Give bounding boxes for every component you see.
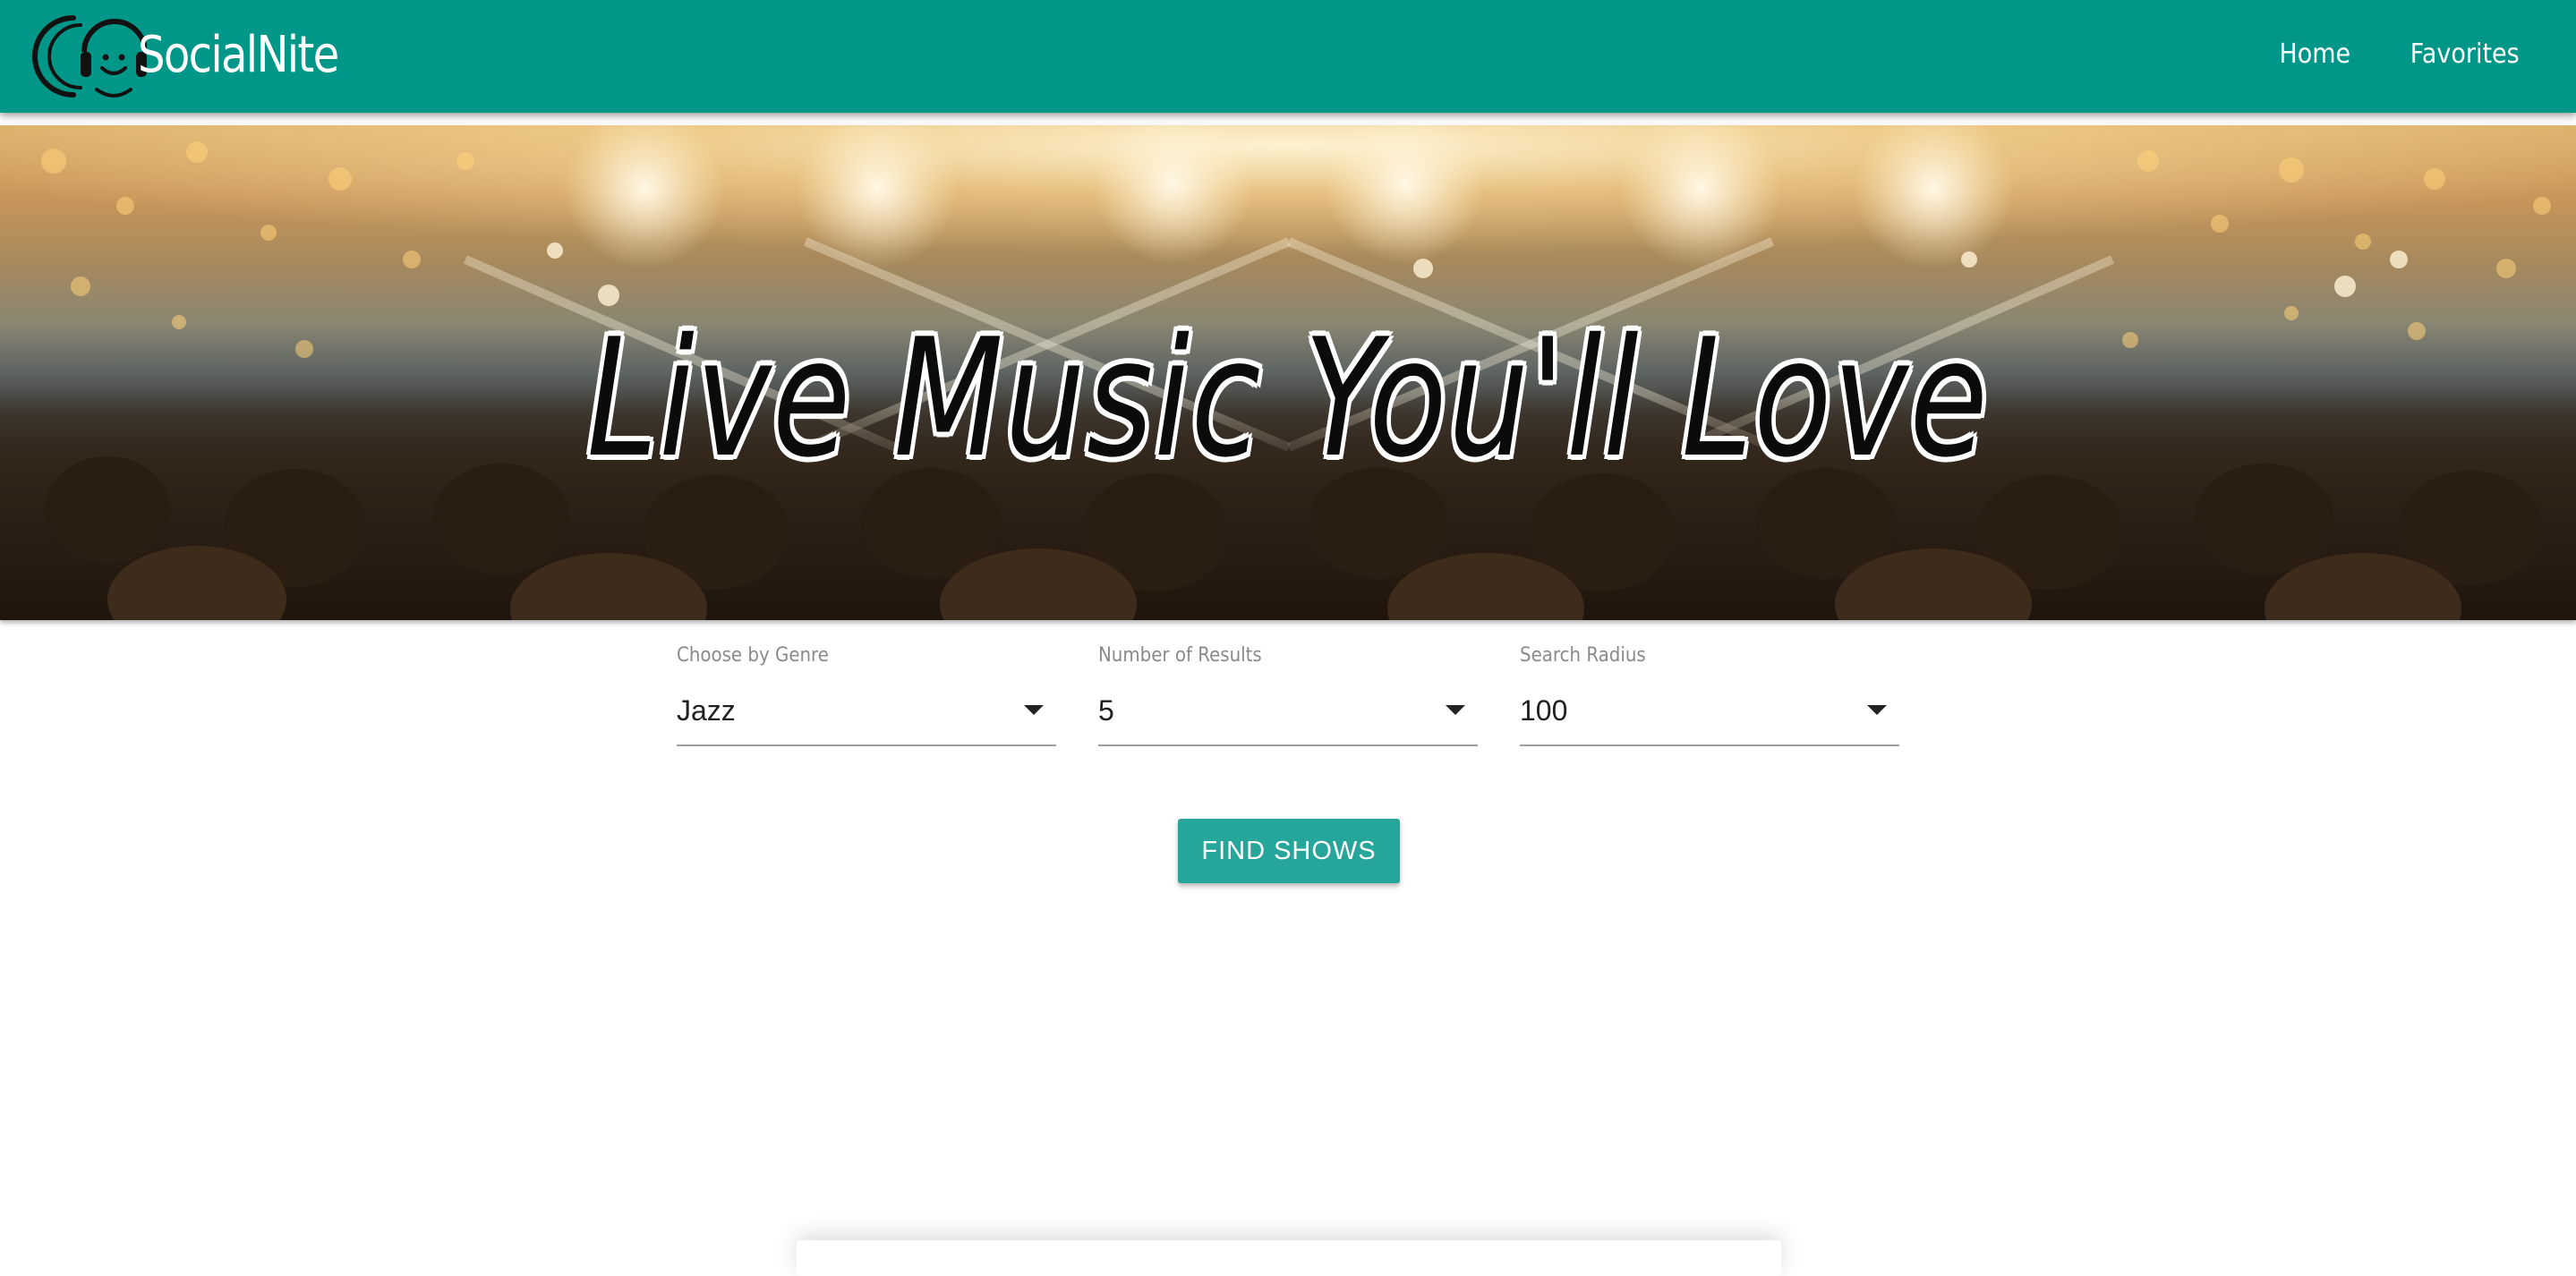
- results-select[interactable]: 5: [1098, 691, 1478, 746]
- results-field: Number of Results 5: [1098, 642, 1478, 755]
- chevron-down-icon: [1024, 705, 1044, 715]
- brand-link[interactable]: SocialNite: [30, 5, 371, 104]
- genre-field: Choose by Genre Jazz: [677, 642, 1056, 755]
- chevron-down-icon: [1446, 705, 1465, 715]
- brand-name: SocialNite: [138, 25, 339, 84]
- headphones-smiley-icon: [30, 5, 147, 104]
- results-card: [797, 1240, 1781, 1276]
- radius-label: Search Radius: [1520, 644, 1646, 667]
- results-label: Number of Results: [1098, 644, 1262, 667]
- search-form: Choose by Genre Jazz Number of Results 5…: [677, 642, 1901, 755]
- radius-value: 100: [1520, 694, 1568, 727]
- genre-label: Choose by Genre: [677, 644, 829, 667]
- top-navbar: SocialNite Home Favorites: [0, 0, 2576, 113]
- nav-home-link[interactable]: Home: [2256, 38, 2373, 70]
- find-shows-button[interactable]: FIND SHOWS: [1178, 819, 1400, 883]
- radius-select[interactable]: 100: [1520, 691, 1899, 746]
- results-value: 5: [1098, 694, 1114, 727]
- radius-field: Search Radius 100: [1520, 642, 1899, 755]
- chevron-down-icon: [1867, 705, 1887, 715]
- hero-banner: Live Music You'll Love: [0, 125, 2576, 620]
- genre-select[interactable]: Jazz: [677, 691, 1056, 746]
- nav-links: Home Favorites: [2250, 0, 2551, 107]
- hero-title: Live Music You'll Love: [586, 303, 1990, 493]
- nav-favorites-link[interactable]: Favorites: [2388, 38, 2542, 70]
- genre-value: Jazz: [677, 694, 736, 727]
